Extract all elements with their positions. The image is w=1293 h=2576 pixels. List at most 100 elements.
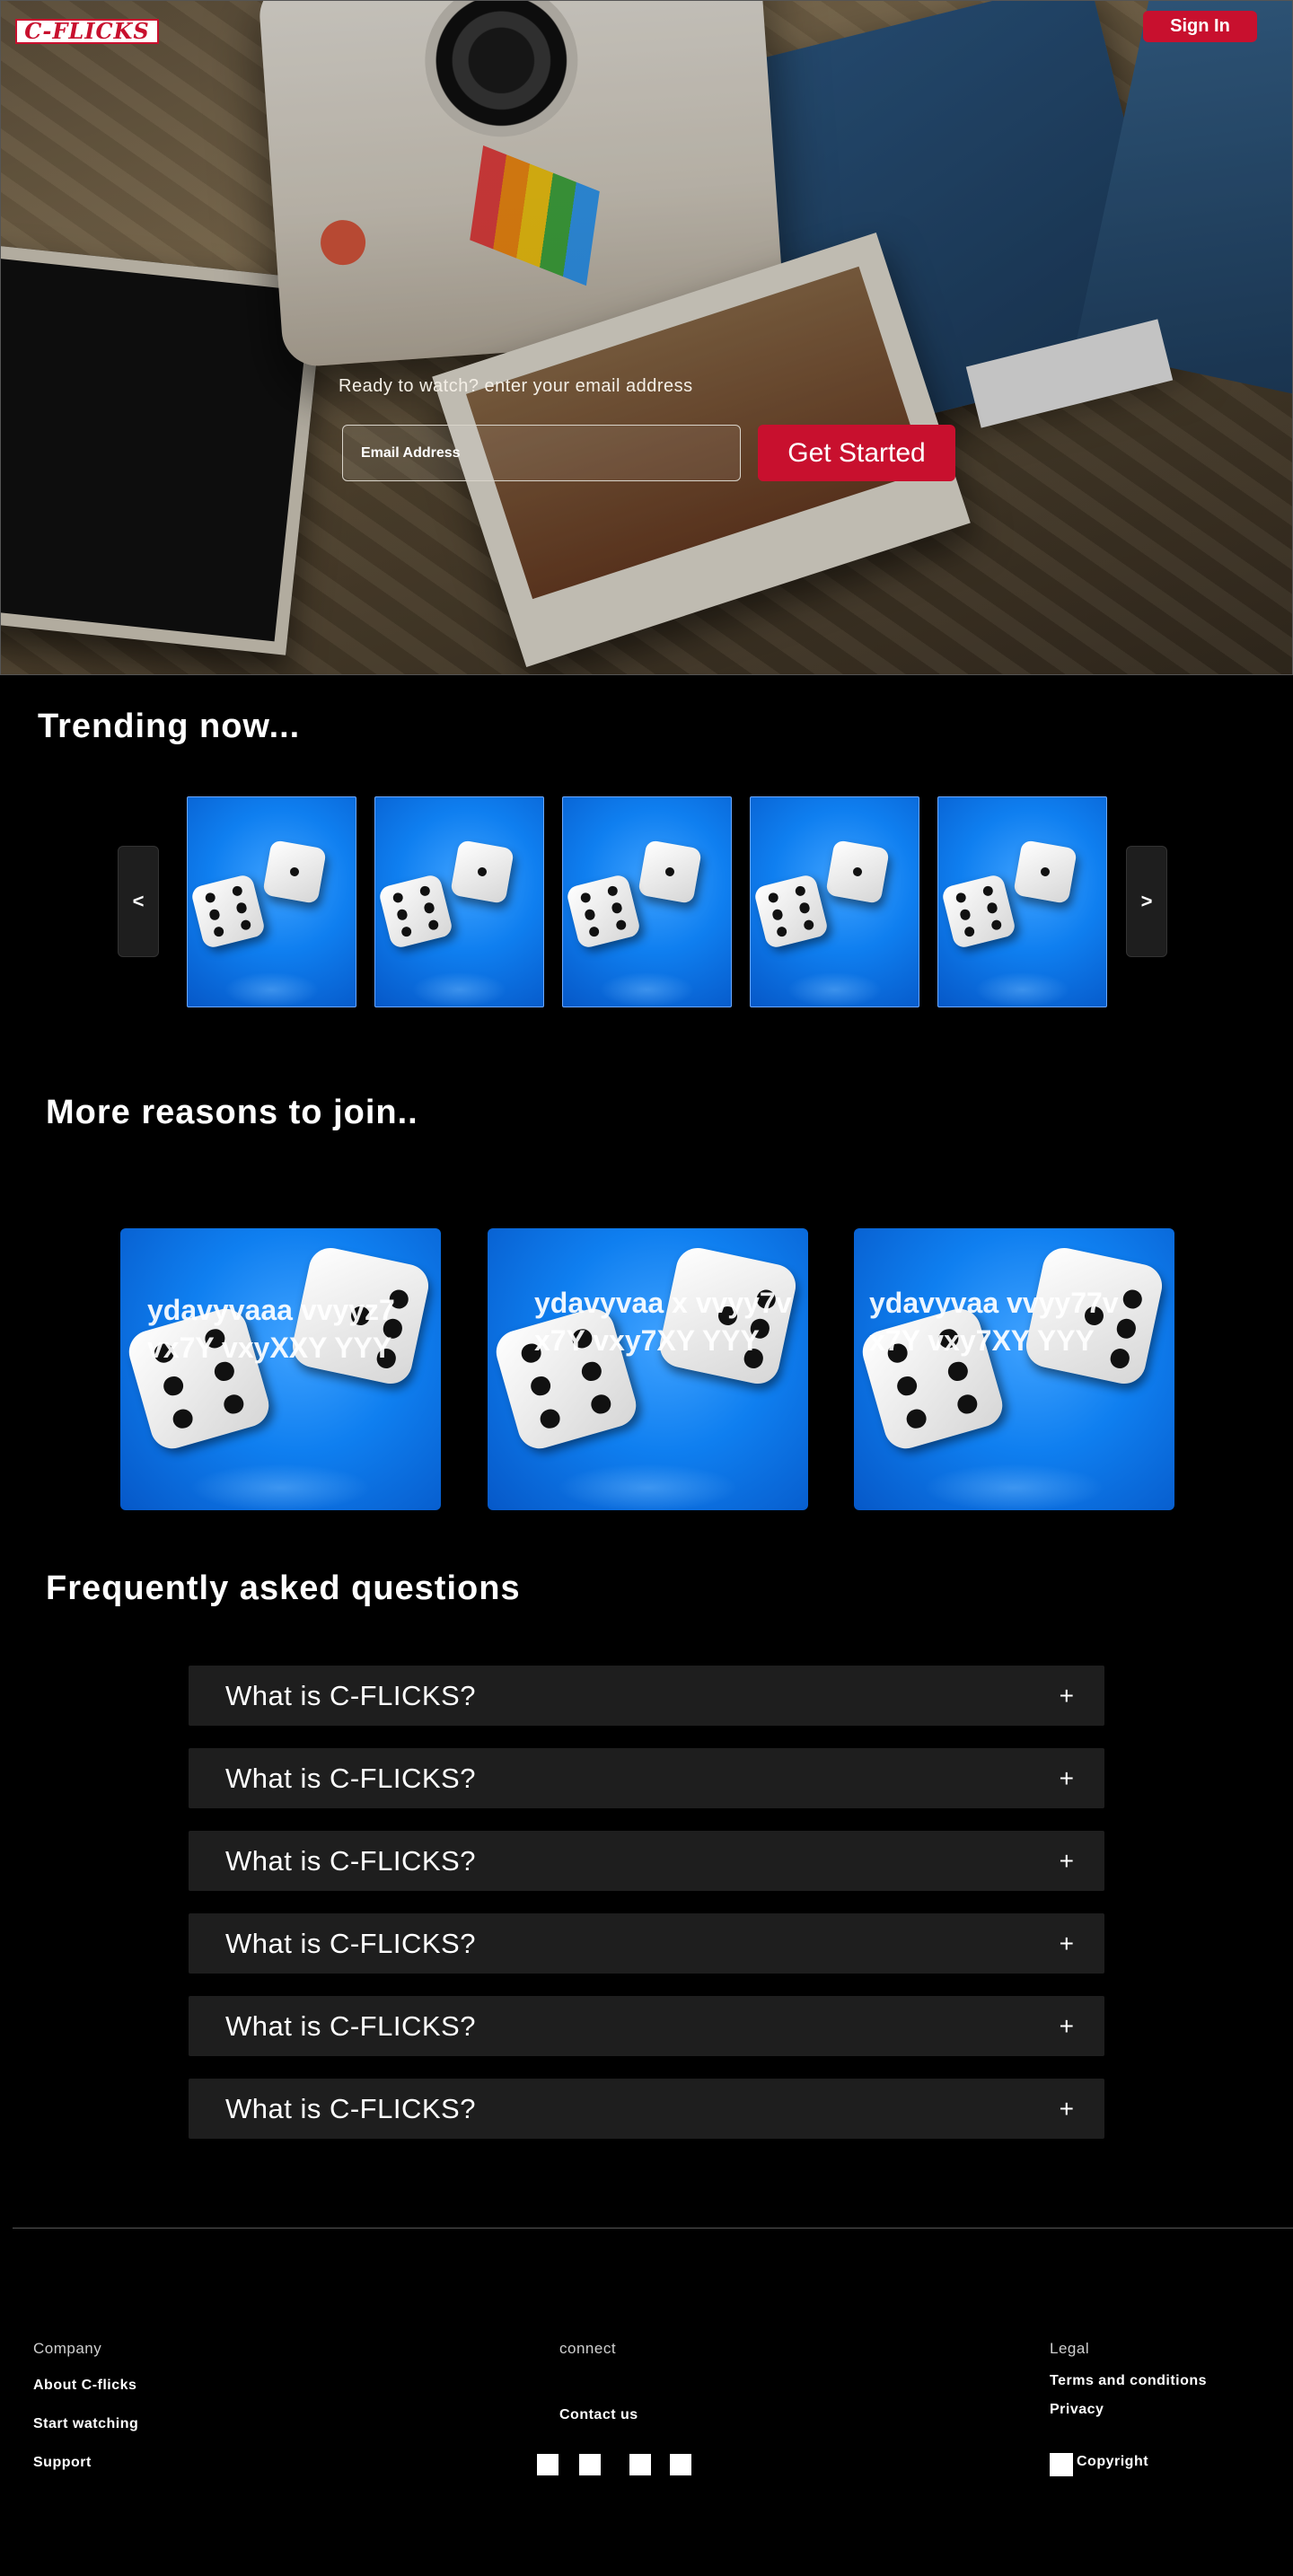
die-pip <box>1040 866 1051 877</box>
die-pip <box>222 1392 246 1417</box>
die-pip <box>213 925 225 938</box>
footer-link-support[interactable]: Support <box>33 2455 92 2471</box>
die-pip <box>235 901 248 915</box>
reason-card-text: ydavyvaa x vvyy7vx7Y vxy7XY YYY <box>534 1287 792 1357</box>
trending-item-1[interactable] <box>187 796 356 1007</box>
footer-copyright: Copyright <box>1077 2454 1149 2469</box>
die-image <box>1013 840 1078 904</box>
plus-icon[interactable]: + <box>1060 1748 1074 1808</box>
die-pip <box>289 866 300 877</box>
get-started-button[interactable]: Get Started <box>758 425 955 481</box>
die-pip <box>852 866 863 877</box>
die-pip <box>427 919 440 932</box>
die-pip <box>161 1374 186 1399</box>
plus-icon[interactable]: + <box>1060 2079 1074 2139</box>
social-icon[interactable] <box>579 2454 601 2475</box>
trending-item-4[interactable] <box>750 796 919 1007</box>
footer-company-heading: Company <box>33 2340 102 2357</box>
footer-connect-heading: connect <box>559 2340 617 2357</box>
logo[interactable]: C-FLICKS <box>15 19 159 44</box>
reason-card[interactable]: ydavyvaa x vvyy7vx7Y vxy7XY YYY <box>488 1228 808 1510</box>
die-pip <box>955 1392 980 1417</box>
hero-overlay <box>1 1 1292 674</box>
die-pip <box>528 1374 553 1399</box>
faq-item[interactable]: What is C-FLICKS? + <box>189 1913 1104 1974</box>
die-pip <box>954 891 968 904</box>
faq-title: Frequently asked questions <box>46 1569 521 1607</box>
die-image <box>940 873 1017 950</box>
die-pip <box>614 919 628 932</box>
faq-item[interactable]: What is C-FLICKS? + <box>189 2079 1104 2139</box>
social-icon[interactable] <box>629 2454 651 2475</box>
carousel-next-button[interactable]: > <box>1126 846 1167 957</box>
die-pip <box>802 919 815 932</box>
footer-link-terms[interactable]: Terms and conditions <box>1050 2373 1207 2389</box>
die-pip <box>981 884 994 898</box>
die-pip <box>579 891 593 904</box>
faq-question: What is C-FLICKS? <box>225 1845 476 1877</box>
die-pip <box>990 919 1003 932</box>
faq-item[interactable]: What is C-FLICKS? + <box>189 1666 1104 1726</box>
plus-icon[interactable]: + <box>1060 1666 1074 1726</box>
footer-link-start-watching[interactable]: Start watching <box>33 2416 138 2432</box>
reason-card-text: ydavyvaa vvyy77vx7Y vxy7XY YYY <box>869 1287 1119 1357</box>
footer-link-privacy[interactable]: Privacy <box>1050 2402 1104 2418</box>
footer-link-contact[interactable]: Contact us <box>559 2407 638 2423</box>
die-image <box>262 840 327 904</box>
hero-banner: C-FLICKS Sign In Ready to watch? enter y… <box>0 0 1293 675</box>
die-pip <box>894 1374 919 1399</box>
plus-icon[interactable]: + <box>1060 1831 1074 1891</box>
die-pip <box>423 901 435 915</box>
faq-question: What is C-FLICKS? <box>225 2093 476 2124</box>
sign-in-button[interactable]: Sign In <box>1143 11 1257 42</box>
die-pip <box>204 891 217 904</box>
die-pip <box>794 884 806 898</box>
die-image <box>638 840 702 904</box>
die-pip <box>239 919 252 932</box>
die-pip <box>776 925 788 938</box>
die-image <box>752 873 830 950</box>
die-image <box>565 873 642 950</box>
die-pip <box>767 891 780 904</box>
die-pip <box>418 884 431 898</box>
die-pip <box>396 908 409 921</box>
footer-legal-heading: Legal <box>1050 2340 1090 2357</box>
faq-item[interactable]: What is C-FLICKS? + <box>189 1831 1104 1891</box>
die-pip <box>959 908 972 921</box>
trending-item-5[interactable] <box>937 796 1107 1007</box>
plus-icon[interactable]: + <box>1060 1996 1074 2056</box>
reason-card[interactable]: ydavyvaaa vvyyz7vx7Y vxyXXY YYY <box>120 1228 441 1510</box>
die-image <box>189 873 267 950</box>
faq-item[interactable]: What is C-FLICKS? + <box>189 1748 1104 1808</box>
footer-link-about[interactable]: About C-flicks <box>33 2378 136 2394</box>
faq-question: What is C-FLICKS? <box>225 1680 476 1711</box>
die-pip <box>231 884 243 898</box>
die-pip <box>208 908 221 921</box>
die-pip <box>963 925 976 938</box>
footer-divider <box>13 2228 1293 2229</box>
die-pip <box>588 925 601 938</box>
faq-question: What is C-FLICKS? <box>225 1928 476 1959</box>
email-input[interactable] <box>342 425 741 481</box>
trending-item-3[interactable] <box>562 796 732 1007</box>
die-pip <box>946 1358 971 1384</box>
faq-item[interactable]: What is C-FLICKS? + <box>189 1996 1104 2056</box>
die-pip <box>606 884 619 898</box>
social-icon[interactable] <box>537 2454 559 2475</box>
trending-title: Trending now... <box>38 708 301 745</box>
reason-card-text: ydavyvaaa vvyyz7vx7Y vxyXXY YYY <box>147 1294 395 1364</box>
plus-icon[interactable]: + <box>1060 1913 1074 1974</box>
die-image <box>825 840 890 904</box>
die-pip <box>477 866 488 877</box>
copyright-icon <box>1050 2453 1073 2476</box>
die-image <box>450 840 515 904</box>
trending-item-2[interactable] <box>374 796 544 1007</box>
die-pip <box>664 866 675 877</box>
die-pip <box>579 1358 604 1384</box>
die-pip <box>538 1406 562 1431</box>
carousel-prev-button[interactable]: < <box>118 846 159 957</box>
die-pip <box>589 1392 613 1417</box>
social-icon[interactable] <box>670 2454 691 2475</box>
die-image <box>377 873 454 950</box>
reason-card[interactable]: ydavyvaa vvyy77vx7Y vxy7XY YYY <box>854 1228 1174 1510</box>
